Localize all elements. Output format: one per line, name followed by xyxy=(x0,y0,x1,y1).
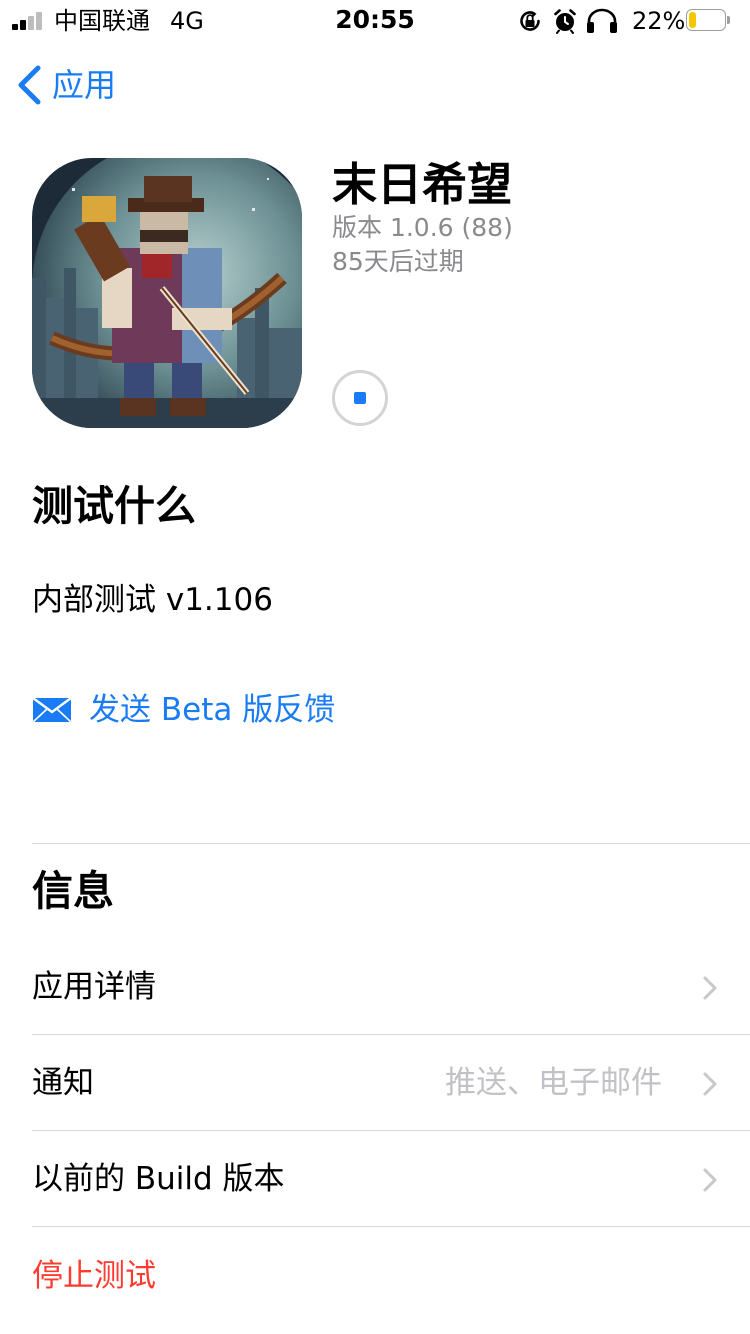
notifications-row[interactable]: 通知 推送、电子邮件 xyxy=(32,1035,750,1131)
chevron-right-icon xyxy=(703,1072,717,1096)
alarm-icon xyxy=(554,9,576,34)
app-icon xyxy=(32,158,302,428)
previous-builds-row[interactable]: 以前的 Build 版本 xyxy=(32,1131,750,1227)
stop-testing-button[interactable]: 停止测试 xyxy=(32,1254,156,1298)
back-button-label: 应用 xyxy=(52,66,117,104)
send-beta-feedback-label: 发送 Beta 版反馈 xyxy=(89,692,336,728)
row-label: 以前的 Build 版本 xyxy=(32,1161,285,1197)
stop-download-button[interactable] xyxy=(332,370,388,426)
app-details-row[interactable]: 应用详情 xyxy=(32,939,750,1035)
what-to-test-heading: 测试什么 xyxy=(32,482,196,530)
orientation-lock-icon xyxy=(520,11,540,31)
battery-percentage: 22% xyxy=(632,7,686,35)
test-notes: 内部测试 v1.106 xyxy=(32,582,273,618)
row-divider xyxy=(32,1226,750,1227)
chevron-right-icon xyxy=(703,976,717,1000)
row-label: 通知 xyxy=(32,1065,94,1101)
section-divider xyxy=(32,843,750,844)
info-heading: 信息 xyxy=(32,867,114,915)
battery-icon xyxy=(686,9,732,33)
app-name: 末日希望 xyxy=(332,158,513,211)
chevron-right-icon xyxy=(703,1168,717,1192)
chevron-left-icon xyxy=(18,65,41,105)
row-label: 应用详情 xyxy=(32,969,156,1005)
app-expiry: 85天后过期 xyxy=(332,247,464,276)
app-version: 版本 1.0.6 (88) xyxy=(332,213,513,242)
stop-download-icon xyxy=(354,392,366,404)
headphones-icon xyxy=(587,8,617,33)
status-bar: 中国联通 4G 20:55 22% xyxy=(0,0,750,40)
notifications-detail: 推送、电子邮件 xyxy=(445,1065,662,1101)
mail-icon xyxy=(32,697,72,723)
